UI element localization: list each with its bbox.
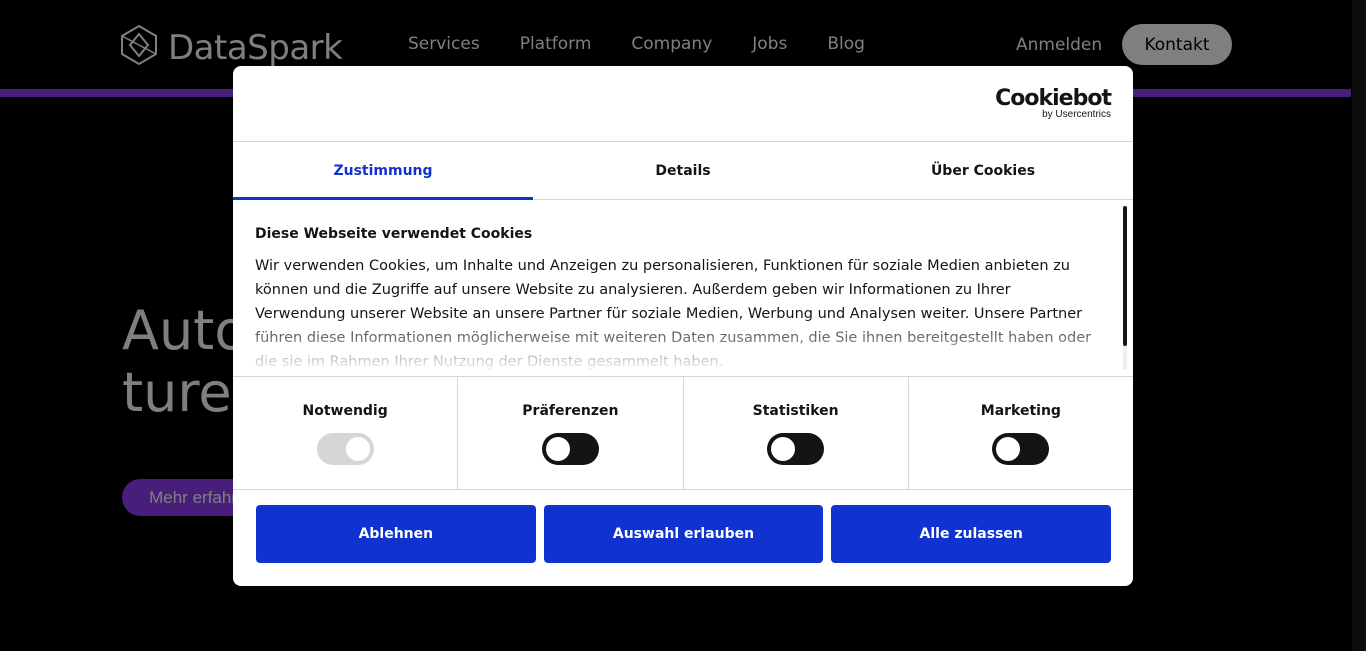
content-scroll-thumb[interactable] xyxy=(1123,206,1127,346)
consent-categories: Notwendig Präferenzen Statistiken Market… xyxy=(233,376,1133,490)
content-fade xyxy=(233,316,1133,376)
cookiebot-sub: by Usercentrics xyxy=(1042,109,1111,120)
consent-tabs: Zustimmung Details Über Cookies xyxy=(233,142,1133,200)
category-label: Statistiken xyxy=(752,403,839,419)
statistics-toggle[interactable] xyxy=(767,433,825,465)
consent-title: Diese Webseite verwendet Cookies xyxy=(255,226,533,242)
dialog-header: Cookiebot by Usercentrics xyxy=(233,66,1133,142)
tab-about-cookies[interactable]: Über Cookies xyxy=(833,142,1133,199)
allow-selection-button[interactable]: Auswahl erlauben xyxy=(543,505,824,563)
tab-details[interactable]: Details xyxy=(533,142,833,199)
tab-zustimmung[interactable]: Zustimmung xyxy=(233,142,533,200)
necessary-toggle xyxy=(316,433,374,465)
consent-buttons: Ablehnen Auswahl erlauben Alle zulassen xyxy=(233,490,1133,563)
category-necessary: Notwendig xyxy=(233,377,459,489)
cookiebot-brand: Cookiebot xyxy=(995,86,1112,111)
deny-button[interactable]: Ablehnen xyxy=(256,505,536,563)
category-marketing: Marketing xyxy=(909,377,1133,489)
category-statistics: Statistiken xyxy=(684,377,909,489)
cookiebot-logo: Cookiebot by Usercentrics xyxy=(995,86,1112,120)
allow-all-button[interactable]: Alle zulassen xyxy=(831,505,1112,563)
category-preferences: Präferenzen xyxy=(458,377,684,489)
preferences-toggle[interactable] xyxy=(541,433,599,465)
cookie-consent-dialog: Cookiebot by Usercentrics Zustimmung Det… xyxy=(233,66,1133,586)
category-label: Notwendig xyxy=(302,403,388,419)
category-label: Präferenzen xyxy=(522,403,619,419)
category-label: Marketing xyxy=(980,403,1061,419)
consent-content: Diese Webseite verwendet Cookies Wir ver… xyxy=(233,200,1133,376)
marketing-toggle[interactable] xyxy=(992,433,1050,465)
